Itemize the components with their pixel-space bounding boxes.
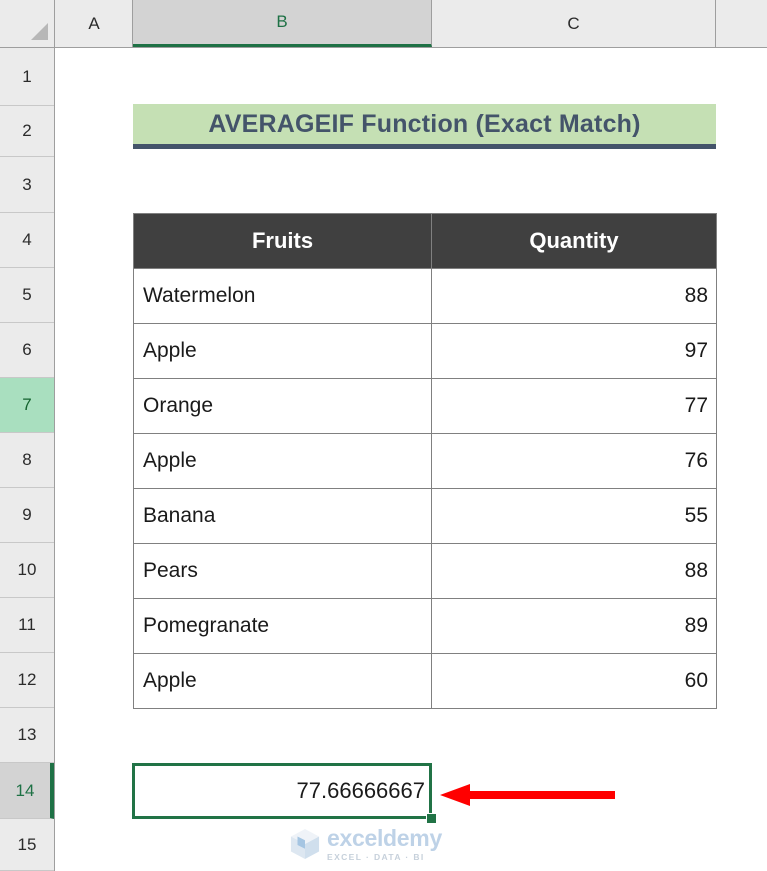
row-header-7[interactable]: 7 [0,378,54,433]
column-header-b[interactable]: B [133,0,432,47]
table-row[interactable]: Banana 55 [133,488,717,544]
cell-fruit[interactable]: Pomegranate [133,598,432,654]
cell-quantity[interactable]: 76 [431,433,717,489]
table-header-row: Fruits Quantity [133,213,717,269]
column-header-d[interactable] [716,0,767,47]
cell-fruit[interactable]: Apple [133,323,432,379]
result-value: 77.66666667 [296,778,425,803]
watermark: exceldemy EXCEL · DATA · BI [290,822,470,866]
cell-fruit[interactable]: Orange [133,378,432,434]
row-header-6[interactable]: 6 [0,323,54,378]
cell-quantity[interactable]: 55 [431,488,717,544]
table-row[interactable]: Pears 88 [133,543,717,599]
row-header-12[interactable]: 12 [0,653,54,708]
page-title: AVERAGEIF Function (Exact Match) [208,109,641,138]
sheet-title-banner[interactable]: AVERAGEIF Function (Exact Match) [133,104,716,149]
table-row[interactable]: Apple 76 [133,433,717,489]
watermark-name: exceldemy [327,824,442,851]
table-row[interactable]: Pomegranate 89 [133,598,717,654]
row-header-5[interactable]: 5 [0,268,54,323]
row-header-9[interactable]: 9 [0,488,54,543]
table-row[interactable]: Orange 77 [133,378,717,434]
row-header-3[interactable]: 3 [0,157,54,213]
column-header-strip: A B C [0,0,767,48]
spreadsheet-canvas: A B C 1 2 3 4 5 6 7 8 9 10 11 12 13 14 1… [0,0,767,871]
table-row[interactable]: Watermelon 88 [133,268,717,324]
cube-logo-icon [290,829,320,859]
column-header-quantity[interactable]: Quantity [431,213,717,269]
cell-quantity[interactable]: 89 [431,598,717,654]
data-table: Fruits Quantity Watermelon 88 Apple 97 O… [133,213,717,709]
row-header-4[interactable]: 4 [0,213,54,268]
cell-quantity[interactable]: 77 [431,378,717,434]
result-cell-b14[interactable]: 77.66666667 [132,763,432,819]
cell-fruit[interactable]: Pears [133,543,432,599]
column-header-fruits[interactable]: Fruits [133,213,432,269]
row-header-11[interactable]: 11 [0,598,54,653]
row-header-strip: 1 2 3 4 5 6 7 8 9 10 11 12 13 14 15 [0,48,55,871]
cell-quantity[interactable]: 88 [431,268,717,324]
row-header-14[interactable]: 14 [0,763,54,819]
cell-fruit[interactable]: Watermelon [133,268,432,324]
cell-quantity[interactable]: 88 [431,543,717,599]
row-header-15[interactable]: 15 [0,819,54,871]
select-all-triangle-icon [31,23,48,40]
row-header-13[interactable]: 13 [0,708,54,763]
column-header-c[interactable]: C [432,0,716,47]
cell-quantity[interactable]: 97 [431,323,717,379]
select-all-button[interactable] [0,0,55,47]
row-header-2[interactable]: 2 [0,106,54,157]
row-header-10[interactable]: 10 [0,543,54,598]
row-header-8[interactable]: 8 [0,433,54,488]
table-row[interactable]: Apple 60 [133,653,717,709]
column-header-a[interactable]: A [56,0,133,47]
cell-fruit[interactable]: Apple [133,653,432,709]
cell-fruit[interactable]: Apple [133,433,432,489]
row-header-1[interactable]: 1 [0,48,54,106]
cell-fruit[interactable]: Banana [133,488,432,544]
table-row[interactable]: Apple 97 [133,323,717,379]
watermark-tagline: EXCEL · DATA · BI [327,851,425,862]
cell-quantity[interactable]: 60 [431,653,717,709]
